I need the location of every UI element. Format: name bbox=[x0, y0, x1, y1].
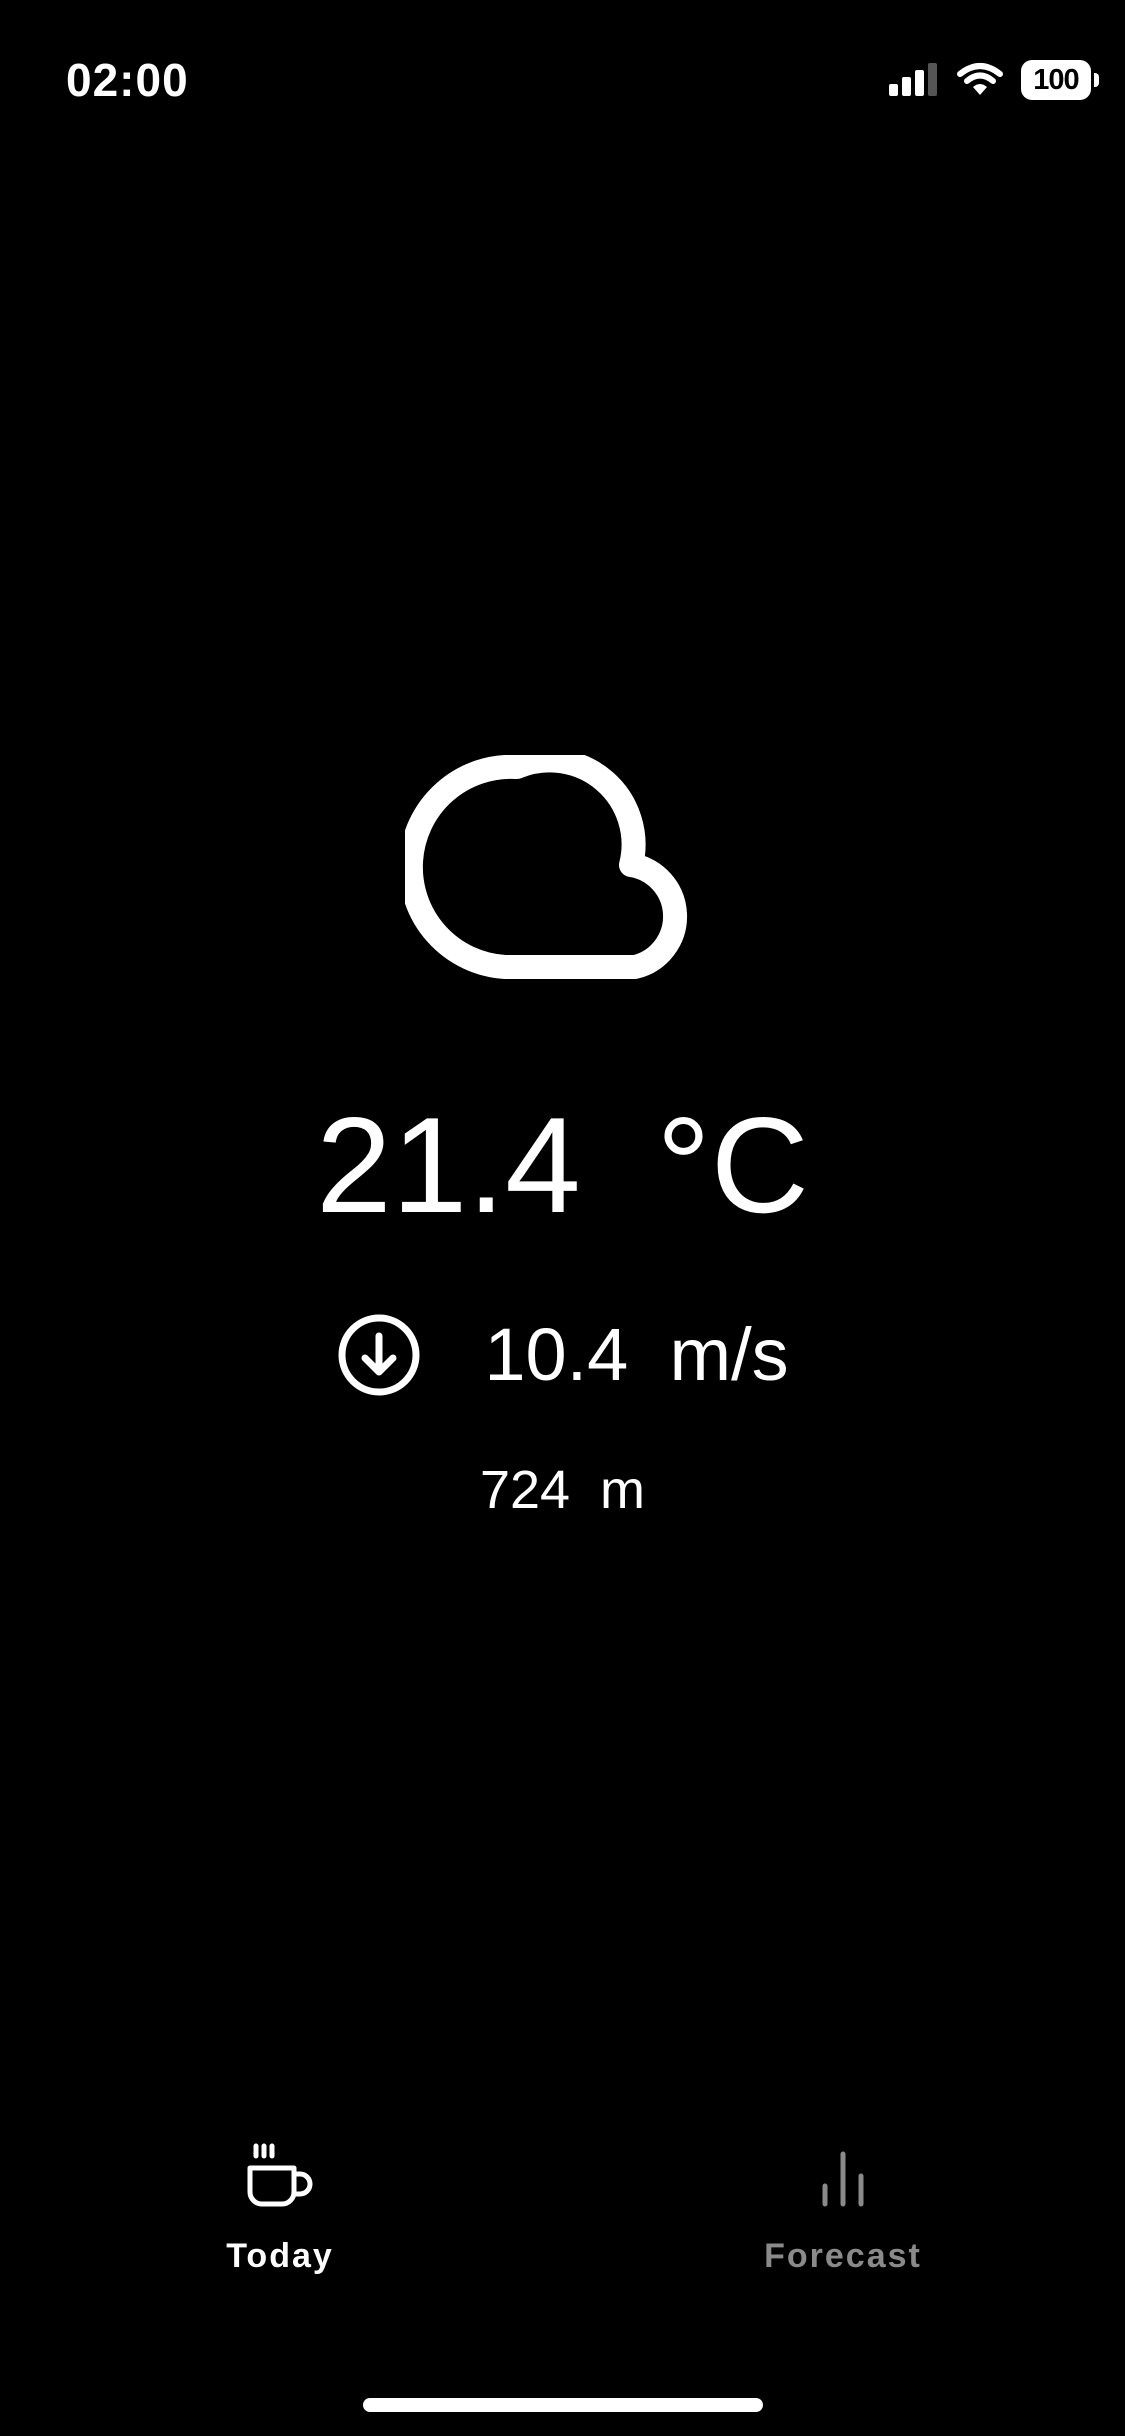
wind-row: 10.4 m/s bbox=[0, 1300, 1125, 1410]
altitude-value: 724 m bbox=[479, 1460, 646, 1520]
tab-today[interactable]: Today bbox=[130, 2140, 430, 2310]
status-bar: 02:00 100 bbox=[0, 0, 1125, 160]
status-icons: 100 bbox=[889, 58, 1099, 102]
temperature-value: 21.4 °C bbox=[316, 1089, 809, 1241]
battery-level: 100 bbox=[1033, 64, 1079, 96]
cloud-icon bbox=[405, 755, 688, 979]
status-time: 02:00 bbox=[66, 54, 189, 106]
home-indicator bbox=[363, 2398, 763, 2412]
cup-icon bbox=[247, 2143, 313, 2207]
tab-bar: Today Forecast bbox=[0, 2120, 1125, 2320]
arrow-down-circle-icon bbox=[338, 1314, 420, 1396]
bar-chart-icon bbox=[822, 2151, 864, 2207]
signal-icon bbox=[889, 63, 937, 96]
tab-forecast[interactable]: Forecast bbox=[693, 2140, 993, 2310]
battery-icon: 100 bbox=[1021, 60, 1099, 100]
battery-cap bbox=[1094, 73, 1099, 87]
wifi-icon bbox=[957, 63, 1003, 95]
tab-forecast-label: Forecast bbox=[764, 2237, 922, 2275]
tab-today-label: Today bbox=[226, 2237, 334, 2275]
wind-speed-value: 10.4 m/s bbox=[484, 1313, 789, 1396]
